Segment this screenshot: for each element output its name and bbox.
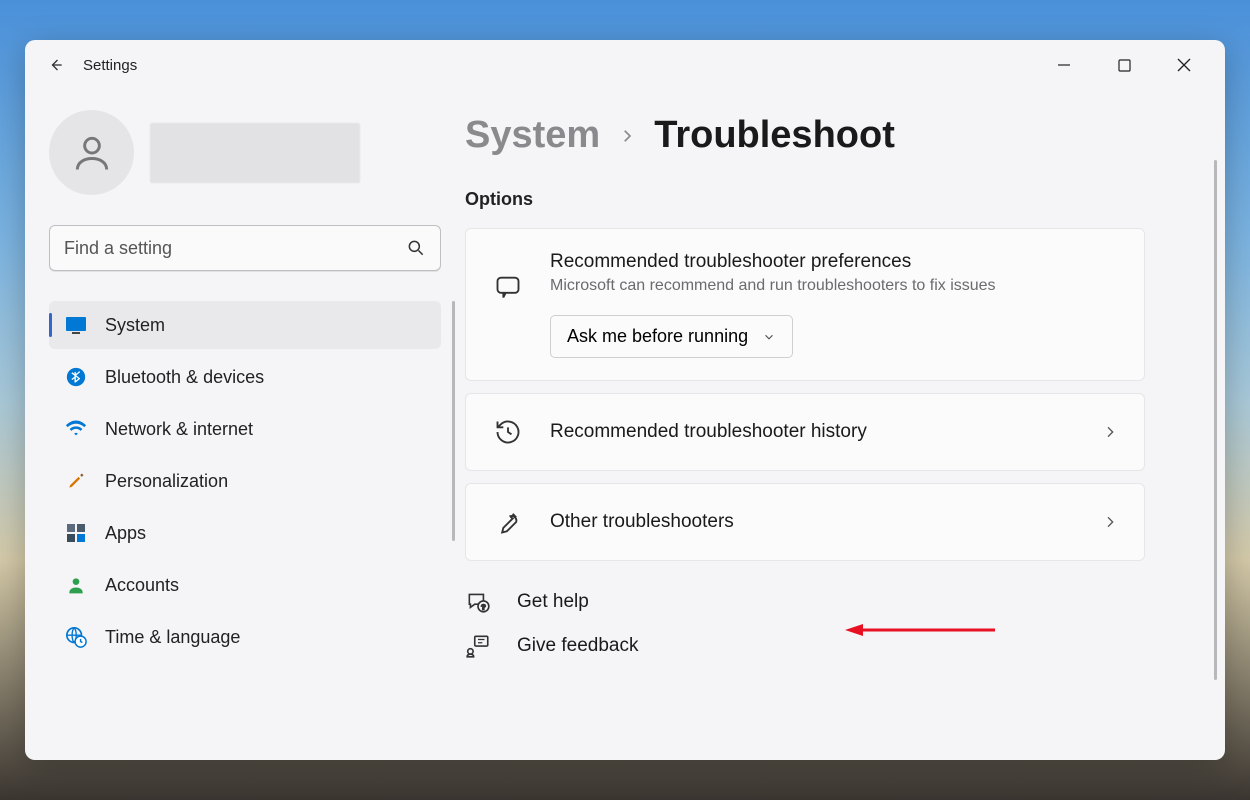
sidebar-item-label: Apps bbox=[105, 523, 146, 544]
sidebar-item-label: System bbox=[105, 315, 165, 336]
wrench-icon bbox=[492, 506, 524, 538]
avatar bbox=[49, 110, 134, 195]
search-icon bbox=[406, 238, 426, 258]
nav-list: System Bluetooth & devices Network & int… bbox=[49, 301, 441, 661]
search-input[interactable] bbox=[64, 238, 406, 259]
sidebar-item-label: Accounts bbox=[105, 575, 179, 596]
wifi-icon bbox=[65, 418, 87, 440]
main-panel: System Troubleshoot Options Recommended … bbox=[465, 90, 1225, 760]
close-icon bbox=[1177, 58, 1191, 72]
maximize-icon bbox=[1118, 59, 1131, 72]
sidebar-item-apps[interactable]: Apps bbox=[49, 509, 441, 557]
back-button[interactable] bbox=[35, 55, 75, 75]
minimize-icon bbox=[1057, 58, 1071, 72]
maximize-button[interactable] bbox=[1107, 48, 1141, 82]
card-other-troubleshooters[interactable]: Other troubleshooters bbox=[465, 483, 1145, 561]
chevron-right-icon bbox=[1102, 424, 1118, 440]
sidebar: System Bluetooth & devices Network & int… bbox=[25, 90, 465, 760]
chevron-right-icon bbox=[618, 125, 636, 147]
arrow-left-icon bbox=[45, 55, 65, 75]
titlebar: Settings bbox=[25, 40, 1225, 90]
bluetooth-icon bbox=[65, 366, 87, 388]
settings-window: Settings bbox=[25, 40, 1225, 760]
chevron-right-icon bbox=[1102, 514, 1118, 530]
card-title: Recommended troubleshooter history bbox=[550, 421, 1076, 443]
window-title: Settings bbox=[83, 57, 137, 74]
sidebar-item-label: Bluetooth & devices bbox=[105, 367, 264, 388]
person-icon bbox=[70, 131, 114, 175]
sidebar-item-label: Time & language bbox=[105, 627, 240, 648]
globe-clock-icon bbox=[65, 626, 87, 648]
apps-icon bbox=[65, 522, 87, 544]
search-box[interactable] bbox=[49, 225, 441, 271]
link-label: Give feedback bbox=[517, 635, 638, 657]
chevron-down-icon bbox=[762, 330, 776, 344]
breadcrumb-current: Troubleshoot bbox=[654, 114, 895, 157]
history-icon bbox=[492, 416, 524, 448]
card-recommended-preferences: Recommended troubleshooter preferences M… bbox=[465, 228, 1145, 381]
brush-icon bbox=[65, 470, 87, 492]
minimize-button[interactable] bbox=[1047, 48, 1081, 82]
sidebar-item-label: Personalization bbox=[105, 471, 228, 492]
section-label: Options bbox=[465, 189, 1189, 210]
chat-icon bbox=[492, 271, 524, 303]
main-scrollbar[interactable] bbox=[1214, 160, 1217, 680]
feedback-icon bbox=[465, 633, 491, 659]
monitor-icon bbox=[65, 314, 87, 336]
user-panel[interactable] bbox=[49, 110, 441, 195]
user-name-redacted bbox=[150, 123, 360, 183]
sidebar-item-system[interactable]: System bbox=[49, 301, 441, 349]
sidebar-scrollbar[interactable] bbox=[452, 301, 455, 541]
help-icon: ? bbox=[465, 589, 491, 615]
card-title: Recommended troubleshooter preferences bbox=[550, 251, 1118, 273]
dropdown-value: Ask me before running bbox=[567, 326, 748, 347]
preference-dropdown[interactable]: Ask me before running bbox=[550, 315, 793, 358]
sidebar-item-accounts[interactable]: Accounts bbox=[49, 561, 441, 609]
link-label: Get help bbox=[517, 591, 589, 613]
breadcrumb-parent[interactable]: System bbox=[465, 114, 600, 157]
sidebar-item-time-language[interactable]: Time & language bbox=[49, 613, 441, 661]
sidebar-item-label: Network & internet bbox=[105, 419, 253, 440]
person-icon bbox=[65, 574, 87, 596]
close-button[interactable] bbox=[1167, 48, 1201, 82]
breadcrumb: System Troubleshoot bbox=[465, 114, 1189, 157]
give-feedback-link[interactable]: Give feedback bbox=[465, 633, 1189, 659]
card-title: Other troubleshooters bbox=[550, 511, 1076, 533]
card-description: Microsoft can recommend and run troubles… bbox=[550, 277, 1118, 295]
sidebar-item-bluetooth[interactable]: Bluetooth & devices bbox=[49, 353, 441, 401]
get-help-link[interactable]: ? Get help bbox=[465, 589, 1189, 615]
sidebar-item-network[interactable]: Network & internet bbox=[49, 405, 441, 453]
svg-text:?: ? bbox=[481, 603, 486, 612]
window-controls bbox=[1047, 48, 1215, 82]
card-troubleshooter-history[interactable]: Recommended troubleshooter history bbox=[465, 393, 1145, 471]
sidebar-item-personalization[interactable]: Personalization bbox=[49, 457, 441, 505]
